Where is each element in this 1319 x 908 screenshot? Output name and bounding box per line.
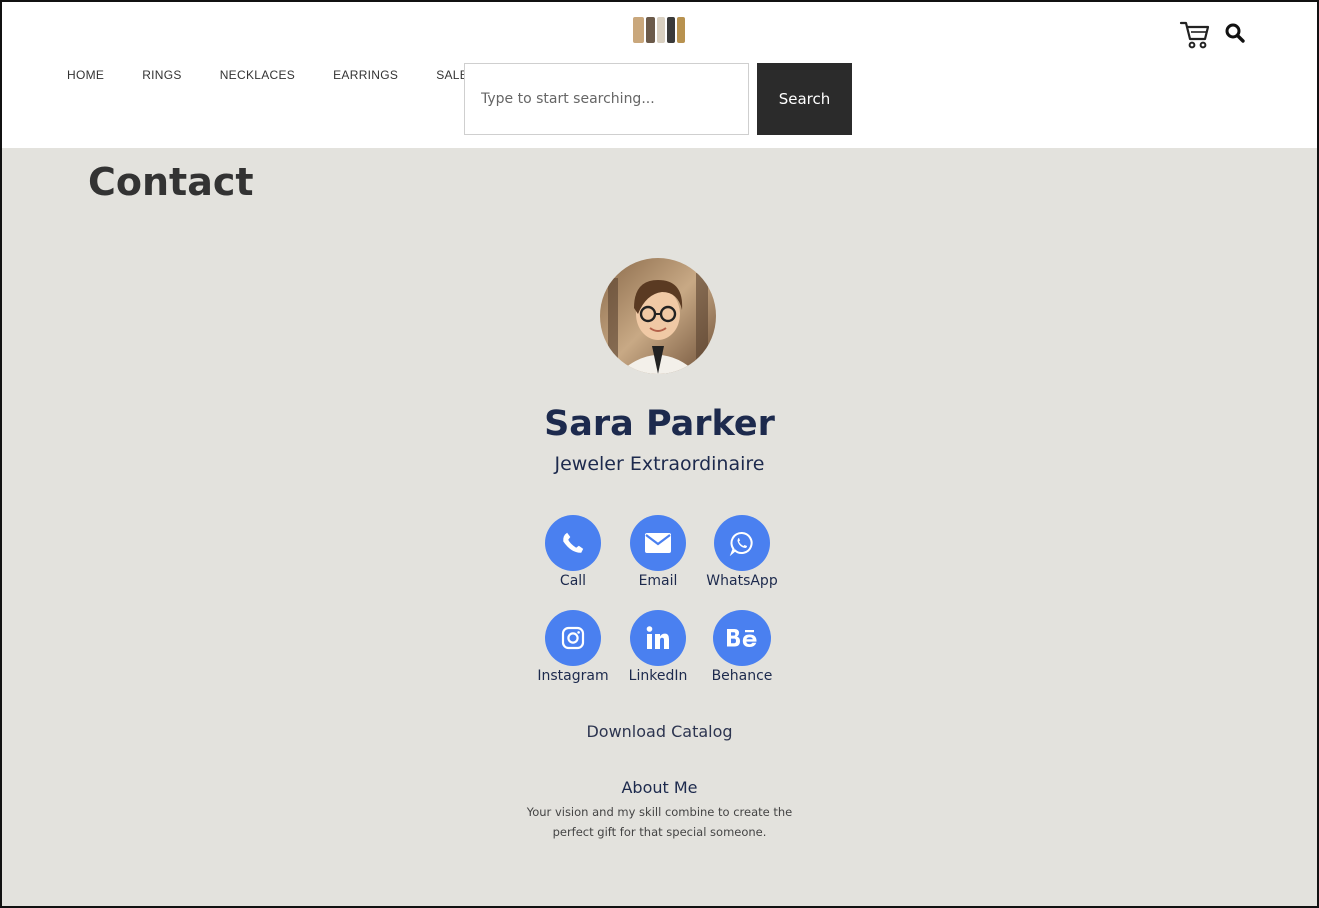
search-button[interactable]: Search — [757, 63, 852, 135]
about-title: About Me — [621, 778, 698, 797]
page-title: Contact — [88, 160, 254, 204]
behance-button[interactable]: Behance — [692, 610, 792, 684]
search-icon[interactable] — [1224, 22, 1246, 44]
linkedin-icon — [630, 610, 686, 666]
page-frame: HOME RINGS NECKLACES EARRINGS SALE Searc… — [0, 0, 1319, 908]
whatsapp-button[interactable]: WhatsApp — [692, 515, 792, 589]
nav-item-necklaces[interactable]: NECKLACES — [220, 68, 295, 82]
nav-item-home[interactable]: HOME — [67, 68, 104, 82]
envelope-icon — [630, 515, 686, 571]
instagram-icon — [545, 610, 601, 666]
site-logo[interactable] — [633, 16, 685, 44]
about-text: Your vision and my skill combine to crea… — [526, 805, 793, 839]
nav-item-earrings[interactable]: EARRINGS — [333, 68, 398, 82]
nav-item-rings[interactable]: RINGS — [142, 68, 182, 82]
search-input[interactable] — [464, 63, 749, 135]
profile-role: Jeweler Extraordinaire — [554, 453, 765, 475]
behance-icon — [713, 610, 771, 666]
avatar — [600, 258, 716, 374]
whatsapp-icon — [714, 515, 770, 571]
main-nav: HOME RINGS NECKLACES EARRINGS SALE — [67, 68, 506, 82]
cart-icon[interactable] — [1179, 19, 1211, 49]
profile-name: Sara Parker — [544, 404, 775, 444]
phone-icon — [545, 515, 601, 571]
download-catalog-link[interactable]: Download Catalog — [2, 722, 1317, 741]
behance-label: Behance — [711, 668, 773, 684]
whatsapp-label: WhatsApp — [706, 573, 778, 589]
site-header: HOME RINGS NECKLACES EARRINGS SALE Searc… — [2, 2, 1317, 148]
